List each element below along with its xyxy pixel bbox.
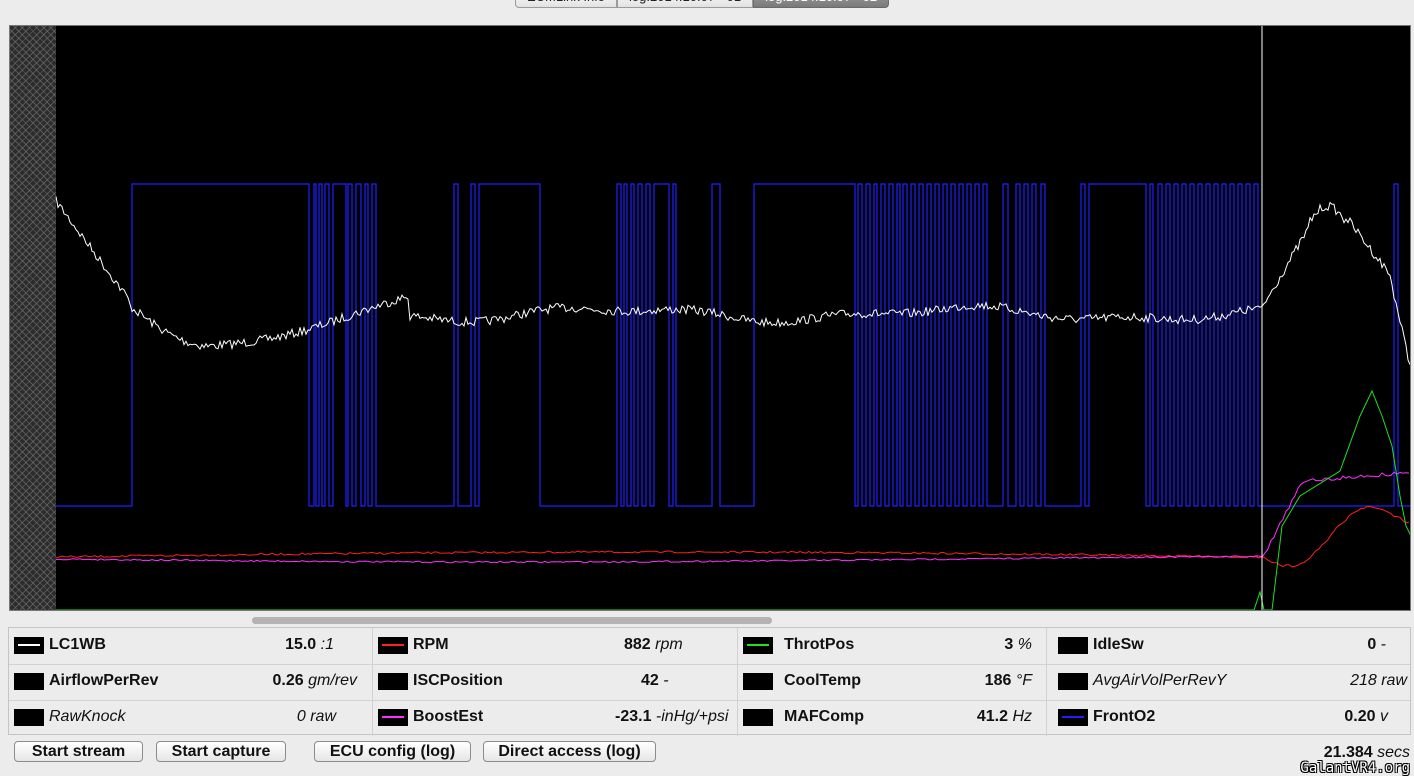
fronto2-series-line — [56, 183, 1410, 507]
param-name: FrontO2 — [1093, 708, 1156, 725]
chart-scrollbar-thumb[interactable] — [252, 617, 772, 624]
rpm-series-line — [55, 505, 1410, 568]
param-name: RawKnock — [49, 708, 126, 725]
series-swatch[interactable] — [1058, 709, 1088, 726]
chart-scrollbar[interactable] — [9, 612, 1411, 626]
series-swatch[interactable] — [1058, 637, 1088, 654]
param-idlesw[interactable]: IdleSw 0 - — [1047, 628, 1412, 664]
watermark: GalantVR4.org — [1300, 760, 1410, 776]
param-row: LC1WB 15.0 :1 RPM 882 rpm ThrotPos 3 % I… — [9, 628, 1410, 665]
param-row: RawKnock 0 raw BoostEst -23.1 -inHg/+psi… — [9, 700, 1410, 736]
series-swatch[interactable] — [1058, 673, 1088, 690]
series-swatch[interactable] — [743, 673, 773, 690]
param-value: 0.20 v — [1344, 708, 1388, 725]
param-name: CoolTemp — [784, 672, 862, 689]
param-name: ThrotPos — [784, 636, 855, 653]
param-iscposition[interactable]: ISCPosition 42 - — [373, 664, 738, 700]
series-swatch[interactable] — [378, 673, 408, 690]
param-airflowperrev[interactable]: AirflowPerRev 0.26 gm/rev — [9, 664, 373, 700]
series-swatch[interactable] — [14, 637, 44, 654]
param-value: 882 rpm — [624, 636, 683, 653]
param-name: AvgAirVolPerRevY — [1093, 672, 1227, 689]
series-swatch[interactable] — [743, 709, 773, 726]
tab-log-02[interactable]: log.2014.10.07 - 02 — [753, 0, 890, 8]
param-rpm[interactable]: RPM 882 rpm — [373, 628, 738, 664]
param-rawknock[interactable]: RawKnock 0 raw — [9, 700, 373, 736]
lc1wb-series-line — [55, 196, 1410, 365]
series-swatch[interactable] — [378, 637, 408, 654]
param-name: IdleSw — [1093, 636, 1144, 653]
param-value: 42 - — [641, 672, 669, 689]
tab-log-01[interactable]: log.2014.10.07 - 01 — [617, 0, 754, 8]
param-name: ISCPosition — [413, 672, 503, 689]
series-swatch[interactable] — [743, 637, 773, 654]
log-chart[interactable] — [9, 25, 1411, 611]
start-capture-button[interactable]: Start capture — [156, 741, 286, 762]
param-value: 0 - — [1367, 636, 1386, 653]
start-stream-button[interactable]: Start stream — [14, 741, 143, 762]
series-swatch[interactable] — [378, 709, 408, 726]
param-value: 218 raw — [1350, 672, 1407, 689]
param-value: 3 % — [1004, 636, 1032, 653]
ecu-config-button[interactable]: ECU config (log) — [314, 741, 471, 762]
parameter-grid: LC1WB 15.0 :1 RPM 882 rpm ThrotPos 3 % I… — [8, 627, 1411, 736]
chart-plot[interactable] — [10, 26, 1411, 611]
tab-ecmlink-info[interactable]: ECMLink Info — [515, 0, 618, 8]
param-mafcomp[interactable]: MAFComp 41.2 Hz — [738, 700, 1047, 736]
param-name: BoostEst — [413, 708, 484, 725]
param-value: 0.26 gm/rev — [272, 672, 358, 689]
param-value: 186 °F — [984, 672, 1032, 689]
param-value: 41.2 Hz — [976, 708, 1032, 725]
param-name: RPM — [413, 636, 449, 653]
param-value: 0 raw — [296, 708, 336, 725]
series-swatch[interactable] — [14, 673, 44, 690]
param-throtpos[interactable]: ThrotPos 3 % — [738, 628, 1047, 664]
param-fronto2[interactable]: FrontO2 0.20 v — [1047, 700, 1412, 736]
direct-access-button[interactable]: Direct access (log) — [483, 741, 656, 762]
param-cooltemp[interactable]: CoolTemp 186 °F — [738, 664, 1047, 700]
param-name: LC1WB — [49, 636, 106, 653]
log-tabs: ECMLink Info log.2014.10.07 - 01 log.201… — [515, 0, 890, 8]
param-row: AirflowPerRev 0.26 gm/rev ISCPosition 42… — [9, 664, 1410, 701]
series-swatch[interactable] — [14, 709, 44, 726]
param-avgairvolperrevy[interactable]: AvgAirVolPerRevY 218 raw — [1047, 664, 1412, 700]
param-value: -23.1 -inHg/+psi — [615, 708, 729, 725]
param-boostest[interactable]: BoostEst -23.1 -inHg/+psi — [373, 700, 738, 736]
throtpos-series-line — [56, 389, 1410, 610]
param-name: MAFComp — [784, 708, 864, 725]
param-lc1wb[interactable]: LC1WB 15.0 :1 — [9, 628, 373, 664]
param-name: AirflowPerRev — [49, 672, 159, 689]
param-value: 15.0 :1 — [285, 636, 334, 653]
